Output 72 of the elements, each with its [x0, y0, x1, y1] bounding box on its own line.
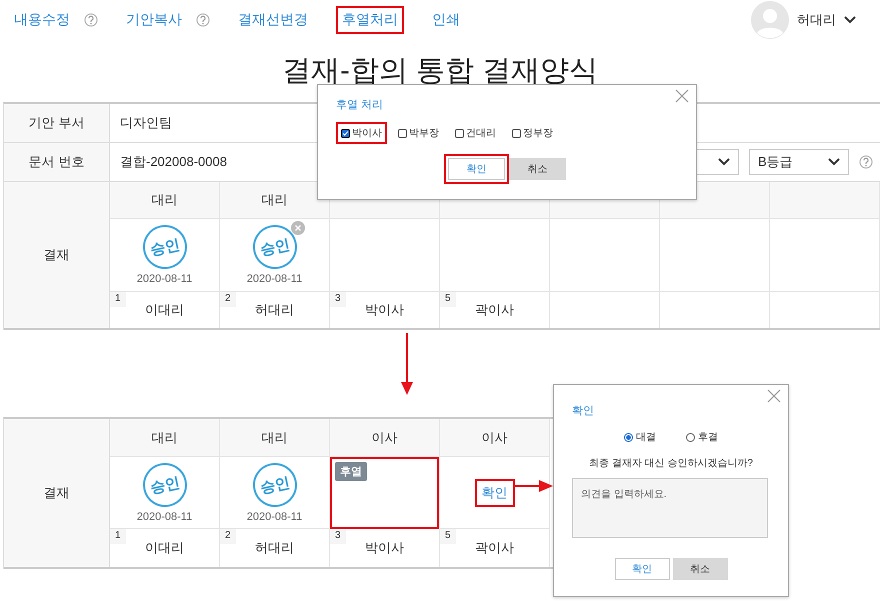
menu-link[interactable]: 인쇄 — [426, 6, 466, 34]
help-icon[interactable] — [84, 13, 98, 27]
status-badge: 후열 — [335, 462, 367, 481]
radio-option[interactable]: 후결 — [686, 430, 718, 444]
chevron-icon — [718, 158, 730, 166]
down-arrow — [400, 333, 414, 396]
dialog-title: 후열 처리 — [336, 98, 384, 112]
order-number: 1 — [110, 292, 126, 307]
remove-icon[interactable] — [290, 221, 304, 235]
approval-date: 2020-08-11 — [246, 273, 302, 285]
rank-cell: 대리 — [110, 182, 219, 219]
chevron-icon — [844, 16, 856, 24]
checkbox-option[interactable]: 건대리 — [450, 122, 501, 144]
approver-name: 곽이사 — [475, 301, 514, 319]
comment-field[interactable]: 의견을 입력하세요. — [572, 478, 768, 538]
approver-name: 박이사 — [365, 301, 404, 319]
help-icon[interactable] — [196, 13, 210, 27]
cancel-button[interactable]: 취소 — [509, 158, 566, 180]
approver-name: 이대리 — [145, 301, 184, 319]
radio-option[interactable]: 대결 — [624, 430, 656, 444]
radio-button[interactable] — [686, 432, 695, 442]
confirm-button[interactable]: 확인 — [614, 558, 670, 580]
approval-date: 2020-08-11 — [136, 273, 192, 285]
right-arrow — [515, 479, 553, 493]
field-label: 기안 부서 — [28, 114, 84, 132]
confirm-link[interactable]: 확인 — [474, 478, 514, 506]
field-value: 디자인팀 — [120, 114, 172, 132]
menu-link[interactable]: 기안복사 — [120, 6, 188, 34]
order-number: 3 — [330, 292, 346, 307]
order-number: 5 — [440, 292, 456, 307]
approver-name: 곽이사 — [475, 539, 514, 557]
menu-link[interactable]: 결재선변경 — [232, 6, 314, 34]
close-icon[interactable] — [767, 389, 781, 403]
cancel-button[interactable]: 취소 — [672, 558, 728, 580]
order-number: 3 — [330, 529, 346, 544]
rank-cell: 대리 — [220, 419, 329, 457]
approver-name: 허대리 — [255, 539, 294, 557]
field-value: 결합-202008-0008 — [120, 153, 227, 171]
radio-button[interactable] — [624, 432, 633, 442]
menu-link[interactable]: 후열처리 — [336, 6, 404, 34]
dialog-message: 최종 결재자 대신 승인하시겠습니까? — [588, 457, 754, 470]
approver-name: 이대리 — [145, 539, 184, 557]
page-title: 결재-합의 통합 결재양식 — [282, 54, 598, 89]
section-label: 결재 — [44, 246, 70, 264]
rank-cell: 대리 — [110, 419, 219, 457]
order-number: 2 — [220, 529, 236, 544]
approval-date: 2020-08-11 — [136, 510, 192, 522]
close-icon[interactable] — [675, 89, 689, 103]
checkbox-option[interactable]: 정부장 — [507, 122, 558, 144]
chevron-icon — [828, 158, 840, 166]
menu-link[interactable]: 내용수정 — [8, 6, 76, 34]
order-number: 2 — [220, 292, 236, 307]
rank-cell: 이사 — [440, 419, 549, 457]
rank-cell: 대리 — [220, 182, 329, 219]
checkbox[interactable] — [341, 128, 350, 138]
approver-name: 허대리 — [255, 301, 294, 319]
section-label: 결재 — [44, 484, 70, 502]
checkbox[interactable] — [398, 128, 407, 138]
order-number: 5 — [440, 529, 456, 544]
dialog-title: 확인 — [572, 404, 595, 418]
approver-name: 박이사 — [365, 539, 404, 557]
checkbox-option[interactable]: 박부장 — [393, 122, 444, 144]
checkbox[interactable] — [455, 128, 464, 138]
user-name[interactable]: 허대리 — [797, 11, 836, 29]
field-label: 문서 번호 — [28, 153, 84, 171]
grade-dropdown[interactable]: B등급 — [749, 149, 849, 175]
help-icon[interactable] — [859, 155, 873, 169]
approval-date: 2020-08-11 — [246, 510, 302, 522]
order-number: 1 — [110, 529, 126, 544]
checkbox-option[interactable]: 박이사 — [336, 122, 387, 144]
checkbox[interactable] — [512, 128, 521, 138]
rank-cell: 이사 — [330, 419, 439, 457]
